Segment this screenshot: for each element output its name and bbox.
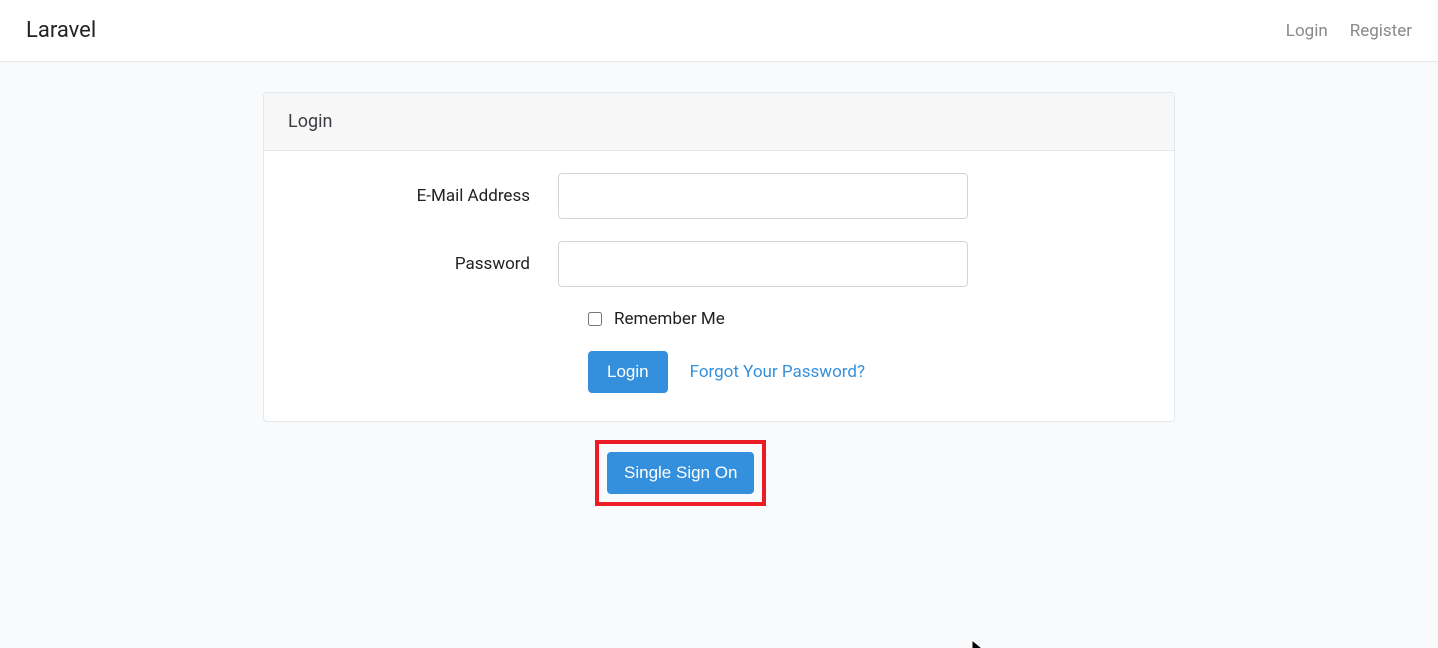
- card-header: Login: [264, 93, 1174, 151]
- nav-login-link[interactable]: Login: [1286, 21, 1328, 41]
- sso-container: Single Sign On: [263, 440, 1175, 506]
- sso-highlight-box: Single Sign On: [595, 440, 766, 506]
- cursor-icon: [972, 640, 986, 648]
- login-button[interactable]: Login: [588, 351, 668, 393]
- login-card: Login E-Mail Address Password Remember M…: [263, 92, 1175, 422]
- brand-link[interactable]: Laravel: [26, 18, 96, 43]
- action-row: Login Forgot Your Password?: [288, 351, 1150, 393]
- navbar-nav: Login Register: [1286, 21, 1412, 41]
- password-field[interactable]: [558, 241, 968, 287]
- main-container: Login E-Mail Address Password Remember M…: [263, 62, 1175, 506]
- card-body: E-Mail Address Password Remember Me Logi…: [264, 151, 1174, 421]
- password-input-wrap: [558, 241, 968, 287]
- nav-register-link[interactable]: Register: [1350, 21, 1412, 41]
- email-input-wrap: [558, 173, 968, 219]
- email-field[interactable]: [558, 173, 968, 219]
- sso-button[interactable]: Single Sign On: [607, 452, 754, 494]
- remember-label: Remember Me: [614, 309, 725, 329]
- email-row: E-Mail Address: [288, 173, 1150, 219]
- password-row: Password: [288, 241, 1150, 287]
- forgot-password-link[interactable]: Forgot Your Password?: [690, 362, 865, 382]
- email-label: E-Mail Address: [288, 186, 558, 206]
- password-label: Password: [288, 254, 558, 274]
- remember-row: Remember Me: [288, 309, 1150, 329]
- navbar: Laravel Login Register: [0, 0, 1438, 62]
- remember-checkbox[interactable]: [588, 312, 602, 326]
